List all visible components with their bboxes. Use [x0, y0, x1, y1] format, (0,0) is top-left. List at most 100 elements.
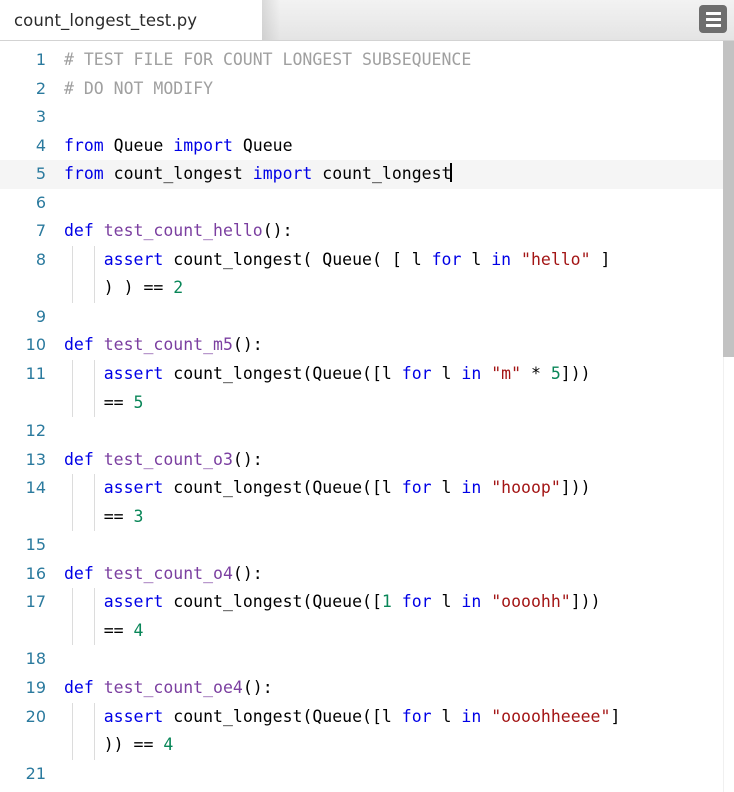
line-number: 4 — [35, 135, 46, 155]
code-line[interactable]: 16 def test_count_o4(): — [0, 560, 734, 589]
code-token-kw: def — [64, 335, 94, 355]
code-token-op: Queue — [103, 135, 174, 155]
code-token-fn: test_count_o4 — [103, 563, 233, 583]
code-token-num: 4 — [133, 620, 144, 640]
document-lines-icon[interactable] — [699, 5, 727, 33]
tab-filename-label: count_longest_test.py — [14, 10, 198, 30]
line-number: 20 — [25, 706, 46, 726]
code-line[interactable]: 21 — [0, 760, 734, 789]
code-token-op: l — [431, 706, 462, 726]
code-token-op: ])) — [560, 364, 591, 384]
code-token-op: count_longest — [103, 164, 253, 184]
code-line[interactable]: 1 # TEST FILE FOR COUNT LONGEST SUBSEQUEN… — [0, 46, 734, 75]
code-token-op: count_longest(Queue([l — [163, 364, 402, 384]
code-token-op: == — [64, 620, 134, 640]
code-token-op: (): — [232, 449, 263, 469]
icon-line-2 — [705, 17, 721, 21]
code-line-text: def test_count_m5(): — [64, 331, 263, 360]
code-line-text: def test_count_hello(): — [64, 217, 293, 246]
vertical-scrollbar-track[interactable] — [723, 41, 734, 792]
code-token-kw: for — [401, 592, 432, 612]
code-line[interactable]: 6 — [0, 189, 734, 218]
code-token-op — [64, 478, 104, 497]
code-editor[interactable]: 1 # TEST FILE FOR COUNT LONGEST SUBSEQUEN… — [0, 41, 734, 792]
code-token-str: "oooohh" — [491, 592, 571, 612]
code-token-op: )) == — [64, 735, 164, 755]
line-number: 1 — [35, 50, 46, 69]
code-line[interactable]: 20 assert count_longest(Queue([l for l i… — [0, 702, 734, 732]
code-token-op — [511, 250, 521, 269]
code-line[interactable]: 12 — [0, 417, 734, 446]
code-token-op: ] — [610, 706, 621, 726]
code-token-kw: assert — [103, 364, 164, 384]
line-number: 8 — [35, 249, 46, 269]
code-line-text: assert count_longest( Queue( [ l for l i… — [64, 246, 611, 275]
code-line[interactable]: 4 from Queue import Queue — [0, 132, 734, 161]
code-token-num: 5 — [550, 364, 561, 384]
code-token-kw: in — [461, 706, 482, 726]
code-token-str: "m" — [491, 364, 522, 384]
code-line[interactable]: 18 — [0, 645, 734, 674]
code-token-kw: import — [173, 135, 233, 155]
vertical-scrollbar-thumb[interactable] — [723, 41, 734, 357]
code-line[interactable]: 2 # DO NOT MODIFY — [0, 75, 734, 104]
line-number: 15 — [25, 535, 46, 555]
code-token-op — [94, 450, 104, 469]
code-line[interactable]: == 4 — [0, 616, 734, 646]
code-token-kw: in — [461, 364, 482, 384]
code-token-op — [64, 707, 104, 726]
code-line[interactable]: 19 def test_count_oe4(): — [0, 674, 734, 703]
code-token-kw: assert — [103, 706, 164, 726]
code-line-text: assert count_longest(Queue([l for l in "… — [64, 474, 591, 503]
code-line-text: # DO NOT MODIFY — [64, 75, 213, 104]
code-token-kw: import — [252, 164, 313, 184]
code-token-kw: def — [64, 221, 94, 241]
code-line[interactable]: 15 — [0, 531, 734, 560]
code-token-op — [94, 564, 104, 583]
code-token-fn: test_count_hello — [103, 221, 263, 241]
code-line[interactable]: ) ) == 2 — [0, 274, 734, 303]
code-line[interactable]: 9 — [0, 303, 734, 332]
code-token-kw: from — [64, 135, 104, 155]
code-token-num: 4 — [163, 735, 174, 755]
code-token-op — [392, 592, 402, 611]
code-line[interactable]: 3 — [0, 103, 734, 132]
code-line[interactable]: 5 from count_longest import count_longest — [0, 160, 734, 189]
editor-tab-count-longest-test[interactable]: count_longest_test.py — [0, 0, 262, 40]
code-token-op — [64, 592, 104, 611]
code-token-num: 5 — [133, 392, 144, 412]
code-line[interactable]: 13 def test_count_o3(): — [0, 446, 734, 475]
code-token-num: 1 — [381, 592, 392, 612]
code-line-text: == 3 — [64, 503, 144, 532]
code-token-str: "oooohheeee" — [491, 706, 611, 726]
code-token-op — [94, 335, 104, 354]
code-token-op: l — [431, 478, 462, 498]
code-token-kw: def — [64, 449, 94, 469]
code-line[interactable]: 8 assert count_longest( Queue( [ l for l… — [0, 245, 734, 275]
code-line-text: from Queue import Queue — [64, 132, 293, 161]
code-line-text: def test_count_oe4(): — [64, 674, 273, 703]
code-token-fn: test_count_o3 — [103, 449, 233, 469]
code-token-num: 2 — [173, 278, 184, 298]
line-number: 7 — [35, 221, 46, 241]
code-line[interactable]: 7 def test_count_hello(): — [0, 217, 734, 246]
code-token-kw: for — [401, 364, 432, 384]
line-number: 18 — [25, 649, 46, 669]
code-token-str: "hello" — [521, 249, 591, 269]
code-line[interactable]: == 5 — [0, 388, 734, 418]
code-lines-container[interactable]: 1 # TEST FILE FOR COUNT LONGEST SUBSEQUEN… — [0, 41, 734, 788]
code-token-op — [94, 221, 104, 240]
code-line[interactable]: == 3 — [0, 502, 734, 532]
code-line[interactable]: 14 assert count_longest(Queue([l for l i… — [0, 474, 734, 503]
code-token-op — [481, 364, 491, 383]
code-line[interactable]: 11 assert count_longest(Queue([l for l i… — [0, 360, 734, 389]
code-token-op — [481, 592, 491, 611]
code-line[interactable]: 10 def test_count_m5(): — [0, 331, 734, 360]
code-token-kw: assert — [103, 478, 164, 498]
code-token-op: (): — [232, 335, 263, 355]
line-number: 13 — [25, 449, 46, 469]
code-token-num: 3 — [133, 506, 144, 526]
code-line[interactable]: )) == 4 — [0, 731, 734, 760]
code-line[interactable]: 17 assert count_longest(Queue([1 for l i… — [0, 588, 734, 617]
code-token-op: l — [461, 249, 492, 269]
